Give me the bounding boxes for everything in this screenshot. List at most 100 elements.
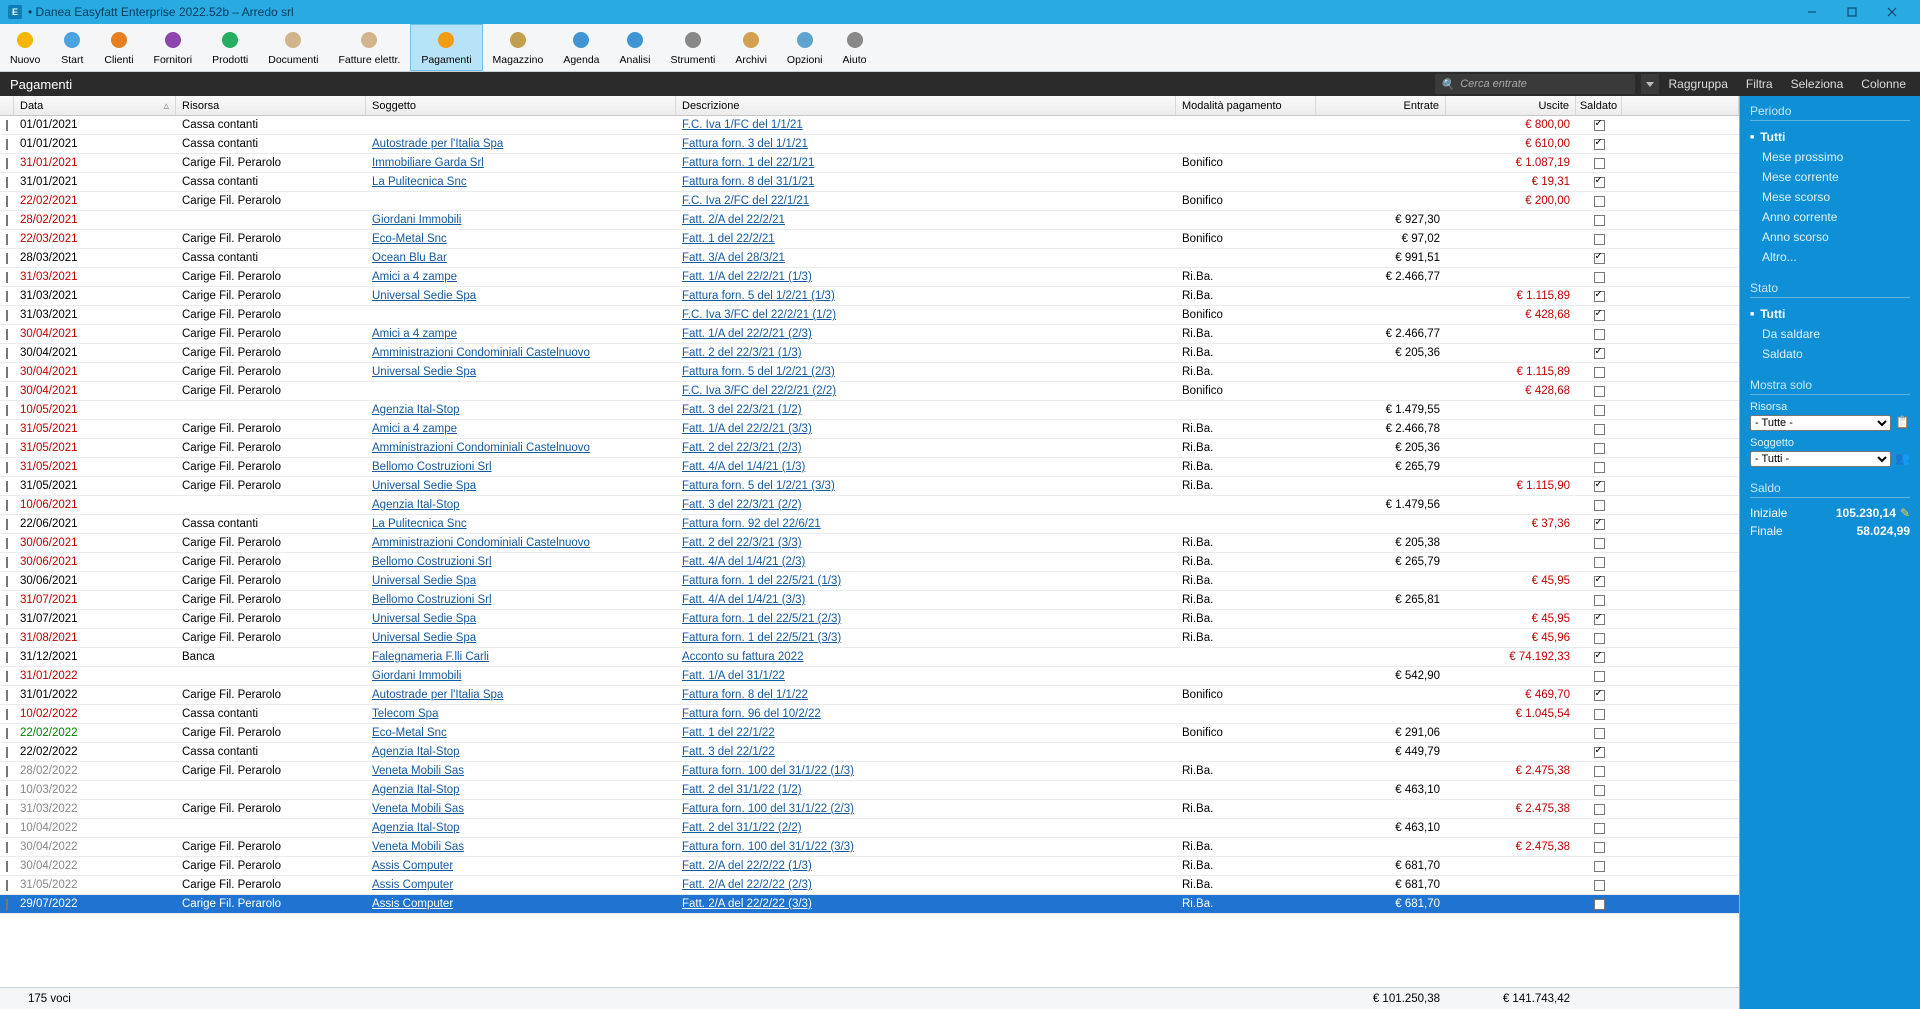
row-checkbox[interactable] <box>6 329 8 340</box>
descrizione-link[interactable]: F.C. Iva 2/FC del 22/1/21 <box>682 195 809 207</box>
saldato-checkbox[interactable] <box>1594 709 1605 720</box>
table-row[interactable]: 10/06/2021Agenzia Ital-StopFatt. 3 del 2… <box>0 496 1739 515</box>
saldato-checkbox[interactable] <box>1594 728 1605 739</box>
descrizione-link[interactable]: Fattura forn. 100 del 31/1/22 (1/3) <box>682 765 854 777</box>
soggetto-link[interactable]: Universal Sedie Spa <box>372 632 476 644</box>
descrizione-link[interactable]: Fattura forn. 100 del 31/1/22 (3/3) <box>682 841 854 853</box>
saldato-checkbox[interactable] <box>1594 690 1605 701</box>
sectionlink-raggruppa[interactable]: Raggruppa <box>1669 77 1728 91</box>
soggetto-link[interactable]: Veneta Mobili Sas <box>372 803 464 815</box>
soggetto-link[interactable]: Amici a 4 zampe <box>372 423 457 435</box>
table-row[interactable]: 10/03/2022Agenzia Ital-StopFatt. 2 del 3… <box>0 781 1739 800</box>
descrizione-link[interactable]: Fatt. 3 del 22/3/21 (1/2) <box>682 404 802 416</box>
toolbar-clienti[interactable]: Clienti <box>94 24 143 71</box>
search-dropdown-button[interactable] <box>1641 74 1659 94</box>
filter-item-annocorrente[interactable]: Anno corrente <box>1750 207 1910 227</box>
soggetto-link[interactable]: Agenzia Ital-Stop <box>372 784 460 796</box>
saldato-checkbox[interactable] <box>1594 652 1605 663</box>
table-row[interactable]: 30/04/2021Carige Fil. PeraroloUniversal … <box>0 363 1739 382</box>
close-button[interactable] <box>1872 0 1912 24</box>
table-row[interactable]: 31/12/2021BancaFalegnameria F.lli CarliA… <box>0 648 1739 667</box>
table-row[interactable]: 31/03/2021Carige Fil. PeraroloUniversal … <box>0 287 1739 306</box>
sectionlink-filtra[interactable]: Filtra <box>1746 77 1773 91</box>
saldato-checkbox[interactable] <box>1594 766 1605 777</box>
col-soggetto[interactable]: Soggetto <box>366 96 676 115</box>
saldato-checkbox[interactable] <box>1594 120 1605 131</box>
table-row[interactable]: 10/02/2022Cassa contantiTelecom SpaFattu… <box>0 705 1739 724</box>
grid-body[interactable]: 01/01/2021Cassa contantiF.C. Iva 1/FC de… <box>0 116 1739 987</box>
table-row[interactable]: 30/04/2021Carige Fil. PeraroloAmministra… <box>0 344 1739 363</box>
table-row[interactable]: 30/04/2021Carige Fil. PeraroloF.C. Iva 3… <box>0 382 1739 401</box>
col-risorsa[interactable]: Risorsa <box>176 96 366 115</box>
filter-item-tutti[interactable]: Tutti <box>1750 304 1910 324</box>
saldato-checkbox[interactable] <box>1594 196 1605 207</box>
row-checkbox[interactable] <box>6 405 8 416</box>
saldato-checkbox[interactable] <box>1594 481 1605 492</box>
soggetto-link[interactable]: Eco-Metal Snc <box>372 233 447 245</box>
table-row[interactable]: 31/07/2021Carige Fil. PeraroloBellomo Co… <box>0 591 1739 610</box>
descrizione-link[interactable]: Fatt. 2 del 22/3/21 (2/3) <box>682 442 802 454</box>
row-checkbox[interactable] <box>6 576 8 587</box>
toolbar-nuovo[interactable]: Nuovo <box>0 24 50 71</box>
row-checkbox[interactable] <box>6 842 8 853</box>
table-row[interactable]: 30/06/2021Carige Fil. PeraroloBellomo Co… <box>0 553 1739 572</box>
soggetto-link[interactable]: Amministrazioni Condominiali Castelnuovo <box>372 537 590 549</box>
row-checkbox[interactable] <box>6 595 8 606</box>
table-row[interactable]: 31/01/2021Cassa contantiLa Pulitecnica S… <box>0 173 1739 192</box>
row-checkbox[interactable] <box>6 310 8 321</box>
risorsa-picker-icon[interactable]: 📋 <box>1895 415 1910 429</box>
descrizione-link[interactable]: Fattura forn. 3 del 1/1/21 <box>682 138 808 150</box>
soggetto-link[interactable]: La Pulitecnica Snc <box>372 176 467 188</box>
toolbar-aiuto[interactable]: Aiuto <box>833 24 877 71</box>
soggetto-link[interactable]: Assis Computer <box>372 860 453 872</box>
soggetto-link[interactable]: Agenzia Ital-Stop <box>372 404 460 416</box>
saldato-checkbox[interactable] <box>1594 291 1605 302</box>
soggetto-link[interactable]: Universal Sedie Spa <box>372 613 476 625</box>
row-checkbox[interactable] <box>6 424 8 435</box>
table-row[interactable]: 10/05/2021Agenzia Ital-StopFatt. 3 del 2… <box>0 401 1739 420</box>
filter-item-meseprossimo[interactable]: Mese prossimo <box>1750 147 1910 167</box>
toolbar-strumenti[interactable]: Strumenti <box>660 24 725 71</box>
row-checkbox[interactable] <box>6 652 8 663</box>
row-checkbox[interactable] <box>6 291 8 302</box>
saldato-checkbox[interactable] <box>1594 462 1605 473</box>
saldato-checkbox[interactable] <box>1594 500 1605 511</box>
descrizione-link[interactable]: Fatt. 3/A del 28/3/21 <box>682 252 785 264</box>
row-checkbox[interactable] <box>6 177 8 188</box>
row-checkbox[interactable] <box>6 234 8 245</box>
col-uscite[interactable]: Uscite <box>1446 96 1576 115</box>
saldato-checkbox[interactable] <box>1594 329 1605 340</box>
descrizione-link[interactable]: Fattura forn. 1 del 22/5/21 (2/3) <box>682 613 841 625</box>
row-checkbox[interactable] <box>6 272 8 283</box>
row-checkbox[interactable] <box>6 804 8 815</box>
toolbar-opzioni[interactable]: Opzioni <box>777 24 833 71</box>
saldato-checkbox[interactable] <box>1594 234 1605 245</box>
soggetto-link[interactable]: Universal Sedie Spa <box>372 290 476 302</box>
toolbar-prodotti[interactable]: Prodotti <box>202 24 258 71</box>
row-checkbox[interactable] <box>6 880 8 891</box>
table-row[interactable]: 28/02/2021Giordani ImmobiliFatt. 2/A del… <box>0 211 1739 230</box>
table-row[interactable]: 31/05/2021Carige Fil. PeraroloBellomo Co… <box>0 458 1739 477</box>
filter-item-mesescorso[interactable]: Mese scorso <box>1750 187 1910 207</box>
soggetto-link[interactable]: Bellomo Costruzioni Srl <box>372 461 492 473</box>
descrizione-link[interactable]: Fatt. 2/A del 22/2/22 (2/3) <box>682 879 812 891</box>
soggetto-link[interactable]: Falegnameria F.lli Carli <box>372 651 489 663</box>
descrizione-link[interactable]: Fatt. 4/A del 1/4/21 (3/3) <box>682 594 805 606</box>
filter-item-dasaldare[interactable]: Da saldare <box>1750 324 1910 344</box>
soggetto-link[interactable]: Bellomo Costruzioni Srl <box>372 556 492 568</box>
minimize-button[interactable] <box>1792 0 1832 24</box>
saldato-checkbox[interactable] <box>1594 367 1605 378</box>
saldato-checkbox[interactable] <box>1594 880 1605 891</box>
descrizione-link[interactable]: Fattura forn. 1 del 22/5/21 (3/3) <box>682 632 841 644</box>
descrizione-link[interactable]: Fatt. 1/A del 22/2/21 (3/3) <box>682 423 812 435</box>
table-row[interactable]: 28/03/2021Cassa contantiOcean Blu BarFat… <box>0 249 1739 268</box>
descrizione-link[interactable]: Fattura forn. 100 del 31/1/22 (2/3) <box>682 803 854 815</box>
toolbar-magazzino[interactable]: Magazzino <box>483 24 554 71</box>
row-checkbox[interactable] <box>6 728 8 739</box>
saldato-checkbox[interactable] <box>1594 614 1605 625</box>
soggetto-link[interactable]: Agenzia Ital-Stop <box>372 499 460 511</box>
descrizione-link[interactable]: Fatt. 1/A del 31/1/22 <box>682 670 785 682</box>
row-checkbox[interactable] <box>6 614 8 625</box>
descrizione-link[interactable]: Fattura forn. 5 del 1/2/21 (1/3) <box>682 290 835 302</box>
table-row[interactable]: 31/07/2021Carige Fil. PeraroloUniversal … <box>0 610 1739 629</box>
